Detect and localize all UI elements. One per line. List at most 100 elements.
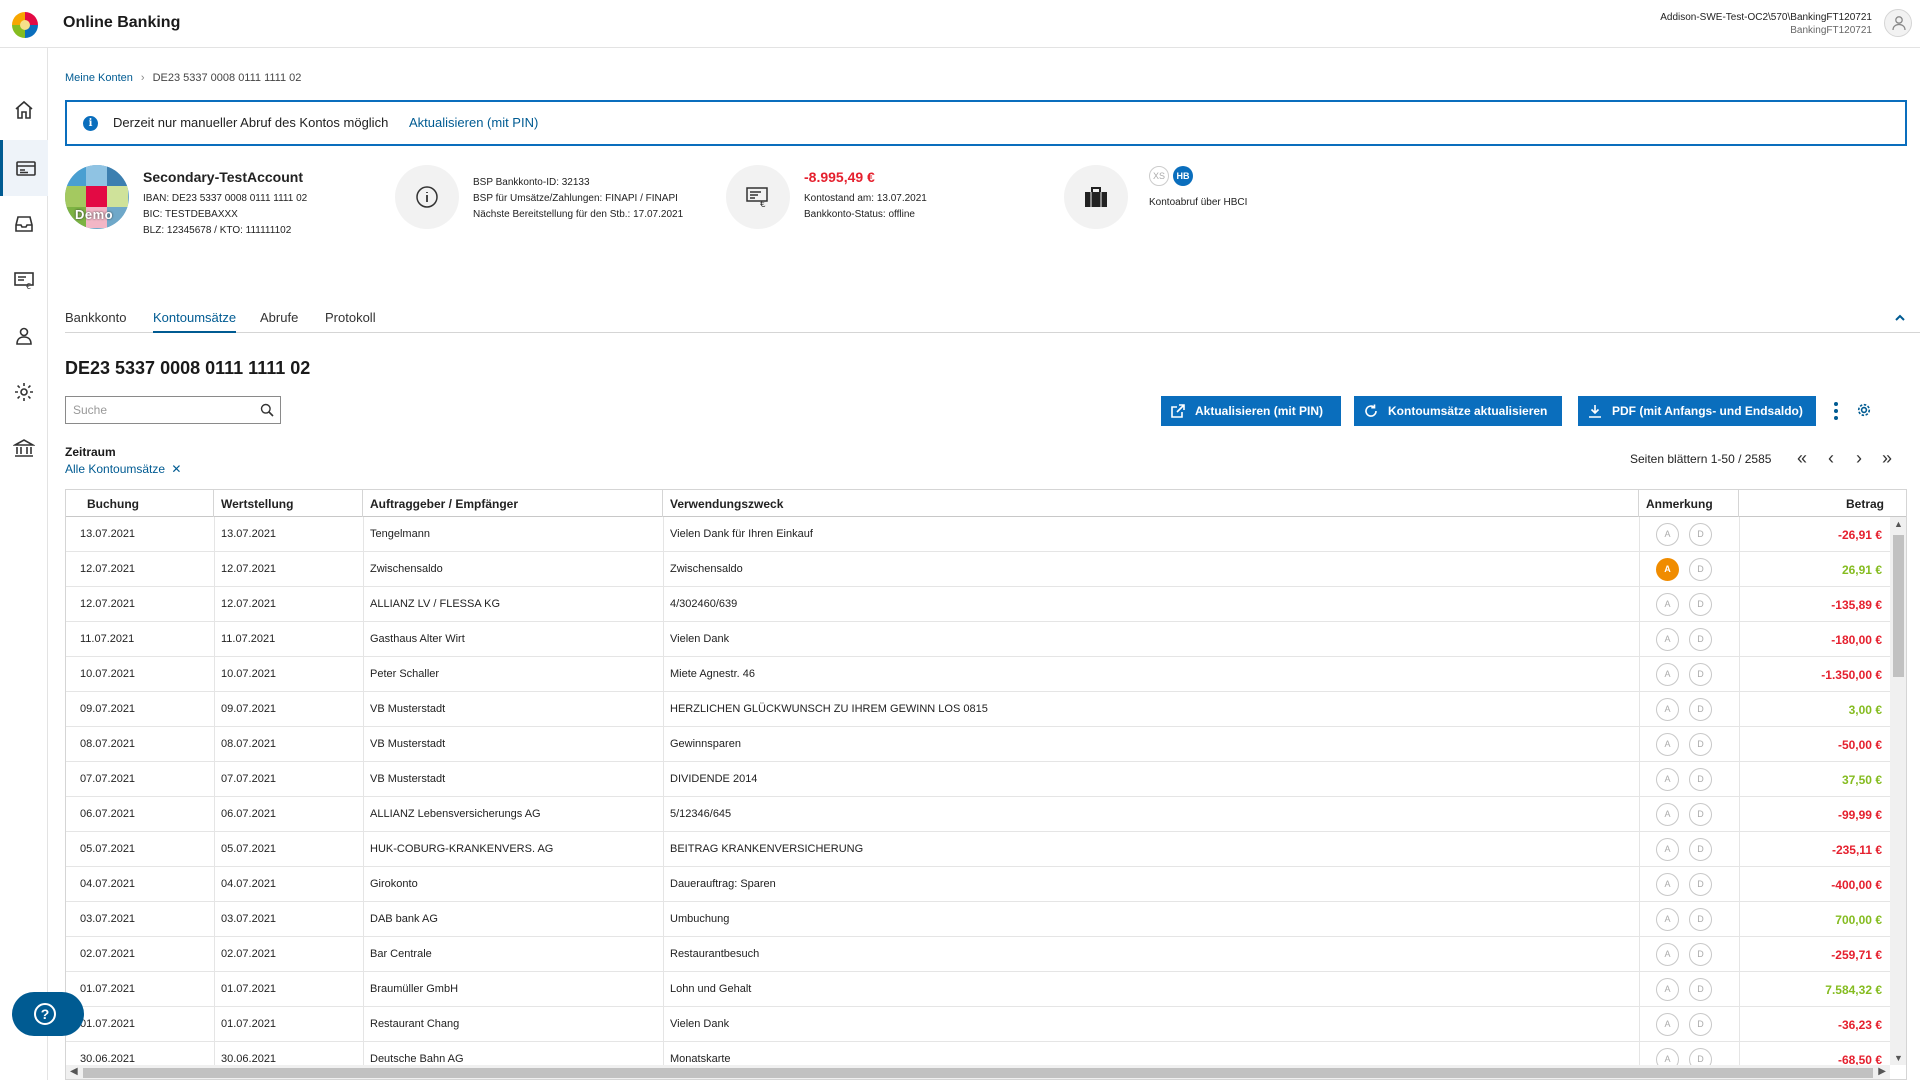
table-row[interactable]: 04.07.2021 04.07.2021 Girokonto Dauerauftra… — [66, 867, 1890, 902]
col-betrag[interactable]: Betrag — [1739, 490, 1906, 517]
update-transactions-button[interactable]: Kontoumsätze aktualisieren — [1354, 396, 1562, 426]
annotation-a-toggle[interactable]: A — [1656, 558, 1679, 581]
table-row[interactable]: 08.07.2021 08.07.2021 VB Musterstadt Gewinn… — [66, 727, 1890, 762]
annotation-a-toggle[interactable]: A — [1656, 733, 1679, 756]
vertical-scrollbar[interactable]: ▲ ▼ — [1890, 517, 1906, 1065]
annotation-a-toggle[interactable]: A — [1656, 523, 1679, 546]
table-row[interactable]: 07.07.2021 07.07.2021 VB Musterstadt DIVIDE… — [66, 762, 1890, 797]
user-avatar[interactable] — [1884, 9, 1912, 37]
tab-kontoumsaetze[interactable]: Kontoumsätze — [153, 304, 237, 333]
clear-filter-icon[interactable]: ✕ — [171, 462, 181, 476]
annotation-d-toggle[interactable]: D — [1689, 663, 1712, 686]
scroll-up-icon[interactable]: ▲ — [1894, 519, 1903, 529]
annotation-d-toggle[interactable]: D — [1689, 978, 1712, 1001]
horizontal-scroll-thumb[interactable] — [83, 1068, 1873, 1078]
sidebar-item-contacts[interactable] — [0, 308, 48, 364]
col-wertstellung[interactable]: Wertstellung — [214, 490, 363, 517]
col-buchung[interactable]: Buchung — [66, 490, 214, 517]
annotation-d-toggle[interactable]: D — [1689, 628, 1712, 651]
cell-wertstellung: 13.07.2021 — [221, 528, 277, 540]
annotation-a-toggle[interactable]: A — [1656, 943, 1679, 966]
annotation-d-toggle[interactable]: D — [1689, 873, 1712, 896]
scroll-right-icon[interactable]: ▶ — [1878, 1066, 1886, 1077]
annotation-d-toggle[interactable]: D — [1689, 523, 1712, 546]
table-row[interactable]: 06.07.2021 06.07.2021 ALLIANZ Lebensversic… — [66, 797, 1890, 832]
period-filter[interactable]: Alle Kontoumsätze ✕ — [65, 462, 181, 476]
cell-betrag: -50,00 € — [1837, 738, 1882, 752]
cell-wertstellung: 11.07.2021 — [221, 633, 276, 645]
annotation-a-toggle[interactable]: A — [1656, 838, 1679, 861]
first-page-icon[interactable]: « — [1793, 449, 1811, 468]
table-row[interactable]: 02.07.2021 02.07.2021 Bar Centrale Restaura… — [66, 937, 1890, 972]
table-row[interactable]: 10.07.2021 10.07.2021 Peter Schaller Miete … — [66, 657, 1890, 692]
table-row[interactable]: 01.07.2021 01.07.2021 Braumüller GmbH Lohn … — [66, 972, 1890, 1007]
annotation-d-toggle[interactable]: D — [1689, 1048, 1712, 1065]
annotation-d-toggle[interactable]: D — [1689, 698, 1712, 721]
annotation-a-toggle[interactable]: A — [1656, 663, 1679, 686]
cell-betrag: 26,91 € — [1841, 563, 1882, 577]
annotation-a-toggle[interactable]: A — [1656, 1013, 1679, 1036]
sidebar-item-accounts[interactable] — [0, 140, 48, 196]
annotation-a-toggle[interactable]: A — [1656, 803, 1679, 826]
annotation-a-toggle[interactable]: A — [1656, 593, 1679, 616]
next-page-icon[interactable]: › — [1850, 449, 1868, 468]
sidebar-item-bank[interactable] — [0, 420, 48, 476]
sidebar-item-inbox[interactable] — [0, 196, 48, 252]
vertical-scroll-thumb[interactable] — [1893, 535, 1904, 677]
search-input[interactable] — [66, 397, 256, 423]
horizontal-scrollbar[interactable]: ◀ ▶ — [66, 1065, 1890, 1079]
annotation-d-toggle[interactable]: D — [1689, 838, 1712, 861]
table-settings-gear-icon[interactable] — [1856, 402, 1872, 418]
tab-abrufe[interactable]: Abrufe — [260, 304, 298, 333]
col-partner[interactable]: Auftraggeber / Empfänger — [363, 490, 663, 517]
cell-partner: Restaurant Chang — [370, 1018, 460, 1030]
annotation-d-toggle[interactable]: D — [1689, 908, 1712, 931]
annotation-d-toggle[interactable]: D — [1689, 733, 1712, 756]
table-row[interactable]: 11.07.2021 11.07.2021 Gasthaus Alter Wirt V… — [66, 622, 1890, 657]
prev-page-icon[interactable]: ‹ — [1822, 449, 1840, 468]
scroll-down-icon[interactable]: ▼ — [1894, 1053, 1903, 1063]
annotation-a-toggle[interactable]: A — [1656, 873, 1679, 896]
annotation-d-toggle[interactable]: D — [1689, 558, 1712, 581]
scroll-left-icon[interactable]: ◀ — [70, 1066, 78, 1077]
table-row[interactable]: 05.07.2021 05.07.2021 HUK-COBURG-KRANKENVE… — [66, 832, 1890, 867]
col-verwendungszweck[interactable]: Verwendungszweck — [663, 490, 1639, 517]
info-update-link[interactable]: Aktualisieren (mit PIN) — [409, 115, 538, 130]
annotation-a-toggle[interactable]: A — [1656, 1048, 1679, 1065]
tab-protokoll[interactable]: Protokoll — [325, 304, 376, 333]
cell-verwendungszweck: Lohn und Gehalt — [670, 983, 752, 995]
annotation-d-toggle[interactable]: D — [1689, 593, 1712, 616]
table-row[interactable]: 01.07.2021 01.07.2021 Restaurant Chang Viel… — [66, 1007, 1890, 1042]
sidebar-item-settings[interactable] — [0, 364, 48, 420]
table-row[interactable]: 03.07.2021 03.07.2021 DAB bank AG Umbuchung… — [66, 902, 1890, 937]
update-pin-button[interactable]: Aktualisieren (mit PIN) — [1161, 396, 1341, 426]
table-row[interactable]: 13.07.2021 13.07.2021 Tengelmann Vielen Dan… — [66, 517, 1890, 552]
cell-buchung: 11.07.2021 — [80, 633, 135, 645]
annotation-a-toggle[interactable]: A — [1656, 908, 1679, 931]
annotation-a-toggle[interactable]: A — [1656, 768, 1679, 791]
search-icon[interactable] — [260, 403, 274, 417]
period-label: Zeitraum — [65, 445, 116, 459]
col-anmerkung[interactable]: Anmerkung — [1639, 490, 1739, 517]
table-row[interactable]: 12.07.2021 12.07.2021 Zwischensaldo Zwische… — [66, 552, 1890, 587]
annotation-d-toggle[interactable]: D — [1689, 943, 1712, 966]
breadcrumb-root-link[interactable]: Meine Konten — [65, 72, 133, 84]
help-button[interactable]: ? — [12, 992, 84, 1036]
more-options-icon[interactable] — [1832, 400, 1840, 422]
table-row[interactable]: 09.07.2021 09.07.2021 VB Musterstadt HERZLI… — [66, 692, 1890, 727]
sidebar-item-home[interactable] — [0, 82, 48, 138]
pdf-export-button[interactable]: PDF (mit Anfangs- und Endsaldo) — [1578, 396, 1816, 426]
tab-bankkonto[interactable]: Bankkonto — [65, 304, 126, 333]
annotation-a-toggle[interactable]: A — [1656, 698, 1679, 721]
demo-label: Demo — [75, 207, 114, 222]
annotation-d-toggle[interactable]: D — [1689, 803, 1712, 826]
table-row[interactable]: 30.06.2021 30.06.2021 Deutsche Bahn AG Mona… — [66, 1042, 1890, 1065]
table-row[interactable]: 12.07.2021 12.07.2021 ALLIANZ LV / FLESSA … — [66, 587, 1890, 622]
chevron-up-icon[interactable] — [1894, 312, 1906, 324]
annotation-a-toggle[interactable]: A — [1656, 978, 1679, 1001]
annotation-a-toggle[interactable]: A — [1656, 628, 1679, 651]
sidebar-item-payments[interactable]: € — [0, 252, 48, 308]
annotation-d-toggle[interactable]: D — [1689, 1013, 1712, 1036]
annotation-d-toggle[interactable]: D — [1689, 768, 1712, 791]
last-page-icon[interactable]: » — [1878, 449, 1896, 468]
